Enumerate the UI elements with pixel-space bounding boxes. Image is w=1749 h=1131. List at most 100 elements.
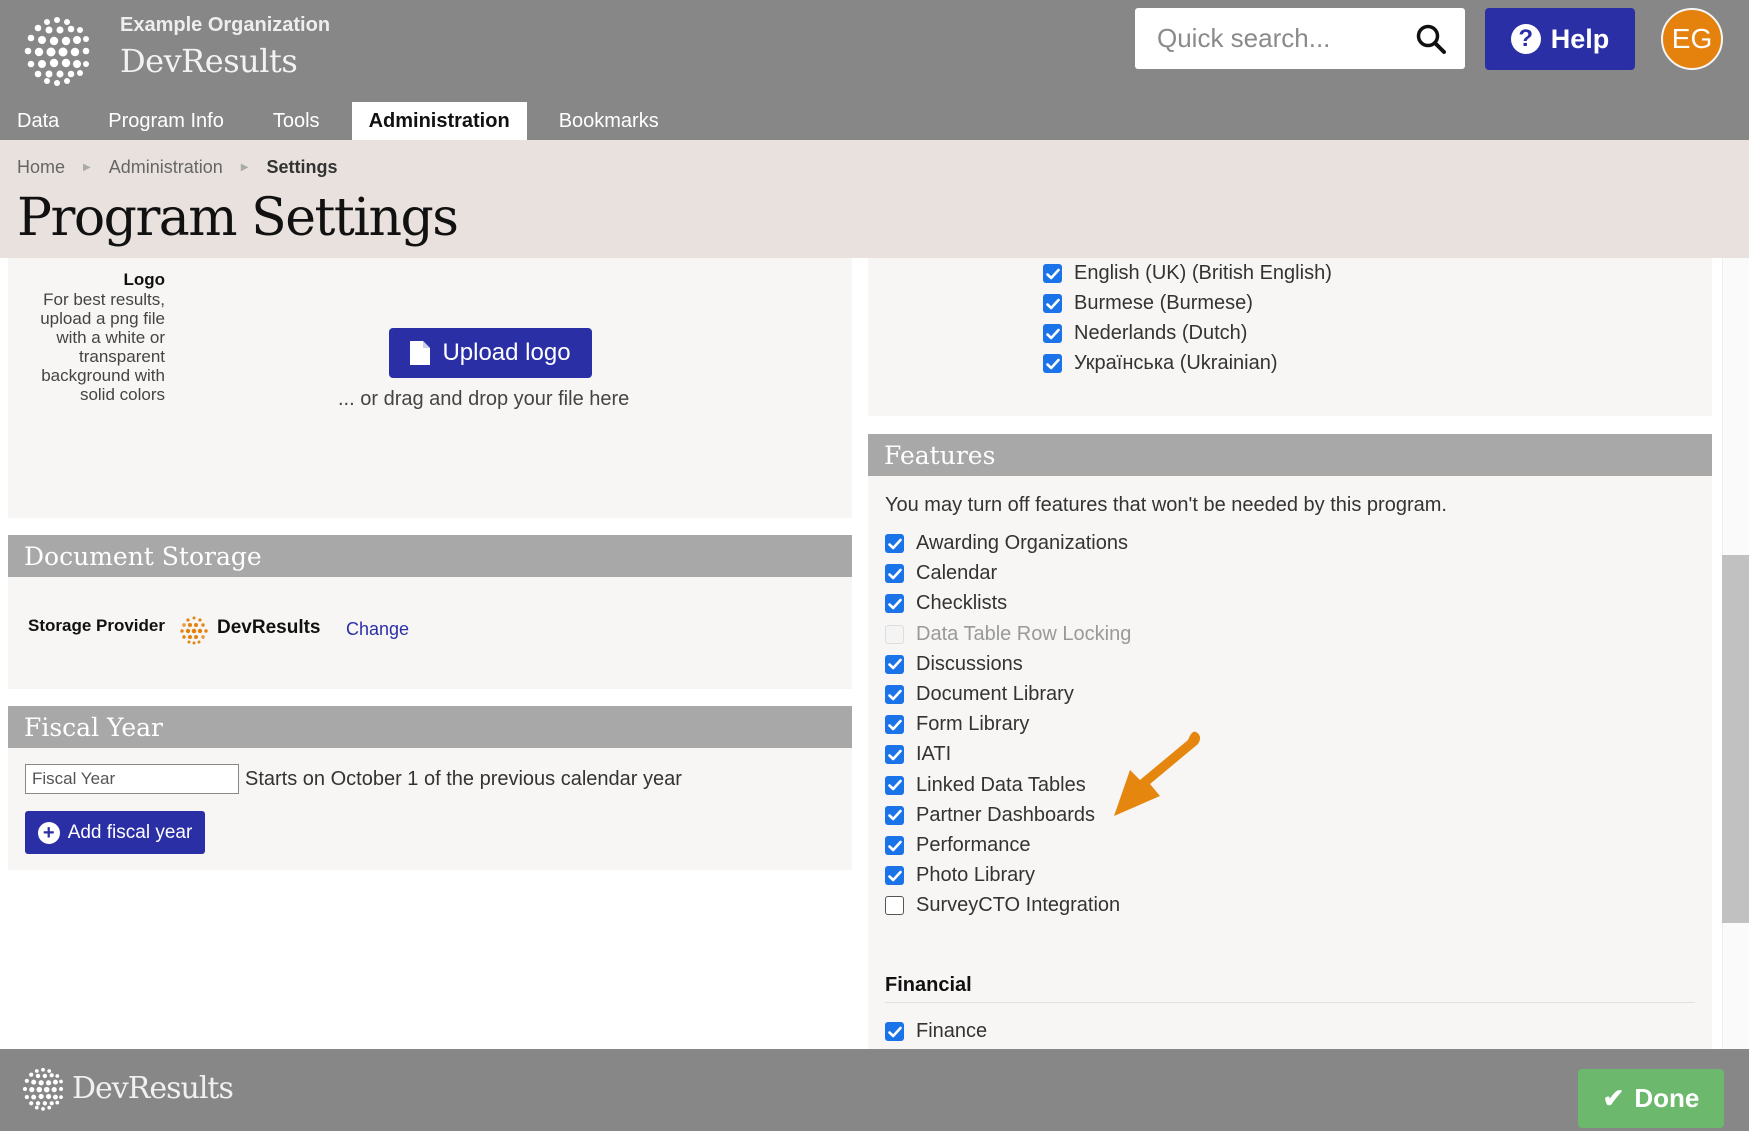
nav-tab-data[interactable]: Data	[0, 102, 76, 140]
fiscal-year-section: Fiscal Year Starts on October 1 of the p…	[8, 706, 852, 870]
feature-item: Photo Library	[885, 864, 1035, 887]
add-fiscal-year-button[interactable]: + Add fiscal year	[25, 811, 205, 854]
breadcrumb-administration[interactable]: Administration	[109, 157, 223, 178]
checkbox-label[interactable]: Burmese (Burmese)	[1074, 292, 1253, 315]
checkbox[interactable]	[885, 896, 904, 916]
financial-heading: Financial	[885, 974, 972, 996]
checkbox[interactable]	[1043, 264, 1062, 283]
checkbox-label[interactable]: Calendar	[916, 562, 997, 585]
checkbox[interactable]	[885, 805, 904, 825]
checkmark-icon	[887, 840, 902, 851]
checkbox-label[interactable]: Performance	[916, 834, 1031, 857]
checkbox-label[interactable]: Nederlands (Dutch)	[1074, 322, 1247, 345]
checkbox[interactable]	[885, 775, 904, 795]
feature-item: Awarding Organizations	[885, 532, 1128, 555]
checkmark-icon	[887, 870, 902, 881]
nav-tab-administration[interactable]: Administration	[351, 102, 527, 140]
nav-tab-tools[interactable]: Tools	[256, 102, 337, 140]
user-avatar[interactable]: EG	[1661, 8, 1723, 70]
breadcrumb-separator-icon: ▶	[240, 162, 249, 173]
checkbox-label[interactable]: Linked Data Tables	[916, 774, 1086, 797]
upload-logo-button[interactable]: Upload logo	[389, 328, 592, 378]
checkbox-label[interactable]: Photo Library	[916, 864, 1035, 887]
document-storage-section: Document Storage Storage Provider DevRes…	[8, 535, 852, 689]
fiscal-year-input[interactable]	[25, 764, 239, 794]
checkmark-icon: ✔	[1602, 1083, 1625, 1113]
financial-divider	[885, 1002, 1695, 1003]
checkbox[interactable]	[885, 564, 904, 584]
devresults-globe-logo-icon[interactable]	[20, 14, 94, 88]
nav-tab-bookmarks[interactable]: Bookmarks	[542, 102, 676, 140]
language-item: Українська (Ukrainian)	[1043, 352, 1278, 375]
footer-bar: DevResults ✔ Done	[0, 1049, 1749, 1131]
checkbox[interactable]	[885, 685, 904, 704]
checkbox[interactable]	[1043, 294, 1062, 313]
checkmark-icon	[887, 538, 902, 549]
checkbox[interactable]	[1043, 354, 1062, 373]
checkbox-label[interactable]: Document Library	[916, 683, 1074, 706]
checkbox[interactable]	[885, 715, 904, 735]
checkbox-label[interactable]: Awarding Organizations	[916, 532, 1128, 555]
checkbox[interactable]	[885, 836, 904, 855]
checkbox-label[interactable]: English (UK) (British English)	[1074, 262, 1332, 285]
checkbox-label[interactable]: Form Library	[916, 713, 1029, 736]
checkmark-icon	[887, 779, 902, 791]
language-item: English (UK) (British English)	[1043, 262, 1332, 285]
checkmark-icon	[887, 1026, 902, 1037]
feature-item: Form Library	[885, 713, 1029, 736]
checkbox-label[interactable]: Finance	[916, 1020, 987, 1043]
checkbox-label[interactable]: Partner Dashboards	[916, 804, 1095, 827]
checkbox[interactable]	[1043, 324, 1062, 343]
checkbox-label[interactable]: SurveyCTO Integration	[916, 894, 1120, 917]
drop-zone-hint[interactable]: ... or drag and drop your file here	[338, 388, 629, 411]
checkmark-icon	[1045, 268, 1060, 279]
checkbox[interactable]	[885, 745, 904, 765]
features-header: Features	[868, 434, 1712, 476]
search-icon[interactable]	[1415, 23, 1447, 55]
fiscal-year-description: Starts on October 1 of the previous cale…	[245, 768, 682, 790]
change-storage-link[interactable]: Change	[346, 619, 409, 640]
checkbox-label[interactable]: Data Table Row Locking	[916, 623, 1131, 646]
checkmark-icon	[887, 598, 902, 610]
feature-item: Checklists	[885, 592, 1007, 615]
file-icon	[410, 341, 431, 365]
checkbox-label[interactable]: Discussions	[916, 653, 1023, 676]
checkbox	[885, 624, 904, 644]
feature-item: IATI	[885, 743, 951, 766]
checkmark-icon	[887, 568, 902, 579]
devresults-provider-logo-icon	[180, 616, 208, 645]
feature-item: Discussions	[885, 653, 1023, 676]
financial-item: Finance	[885, 1020, 987, 1043]
help-button-label: Help	[1550, 23, 1610, 54]
checkmark-icon	[887, 689, 902, 700]
checkmark-icon	[1045, 298, 1060, 309]
page-title: Program Settings	[17, 188, 459, 248]
nav-tab-program-info[interactable]: Program Info	[91, 102, 241, 140]
scrollbar-thumb[interactable]	[1722, 555, 1749, 923]
storage-provider-name: DevResults	[217, 617, 321, 638]
checkbox-label[interactable]: Checklists	[916, 592, 1007, 615]
quick-search-input[interactable]	[1135, 8, 1405, 69]
checkbox[interactable]	[885, 654, 904, 674]
checkmark-icon	[887, 658, 902, 670]
breadcrumb-settings: Settings	[266, 157, 338, 177]
plus-circle-icon: +	[37, 821, 60, 844]
checkbox[interactable]	[885, 594, 904, 614]
feature-item: SurveyCTO Integration	[885, 894, 1120, 917]
breadcrumb: Home ▶ Administration ▶ Settings	[17, 157, 337, 178]
help-button[interactable]: ? Help	[1485, 8, 1635, 70]
upload-logo-label: Upload logo	[442, 339, 571, 366]
checkbox[interactable]	[885, 866, 904, 886]
breadcrumb-home[interactable]: Home	[17, 157, 65, 178]
checkmark-icon	[887, 719, 902, 730]
feature-item: Calendar	[885, 562, 997, 585]
checkbox-label[interactable]: Українська (Ukrainian)	[1074, 352, 1278, 375]
done-button[interactable]: ✔ Done	[1578, 1069, 1724, 1128]
checkbox[interactable]	[885, 1022, 904, 1041]
checkbox[interactable]	[885, 534, 904, 553]
feature-item: Data Table Row Locking	[885, 623, 1131, 646]
done-button-label: Done	[1634, 1083, 1700, 1113]
breadcrumb-separator-icon: ▶	[83, 162, 91, 173]
checkbox-label[interactable]: IATI	[916, 743, 951, 766]
app-brand-name[interactable]: DevResults	[120, 42, 298, 80]
